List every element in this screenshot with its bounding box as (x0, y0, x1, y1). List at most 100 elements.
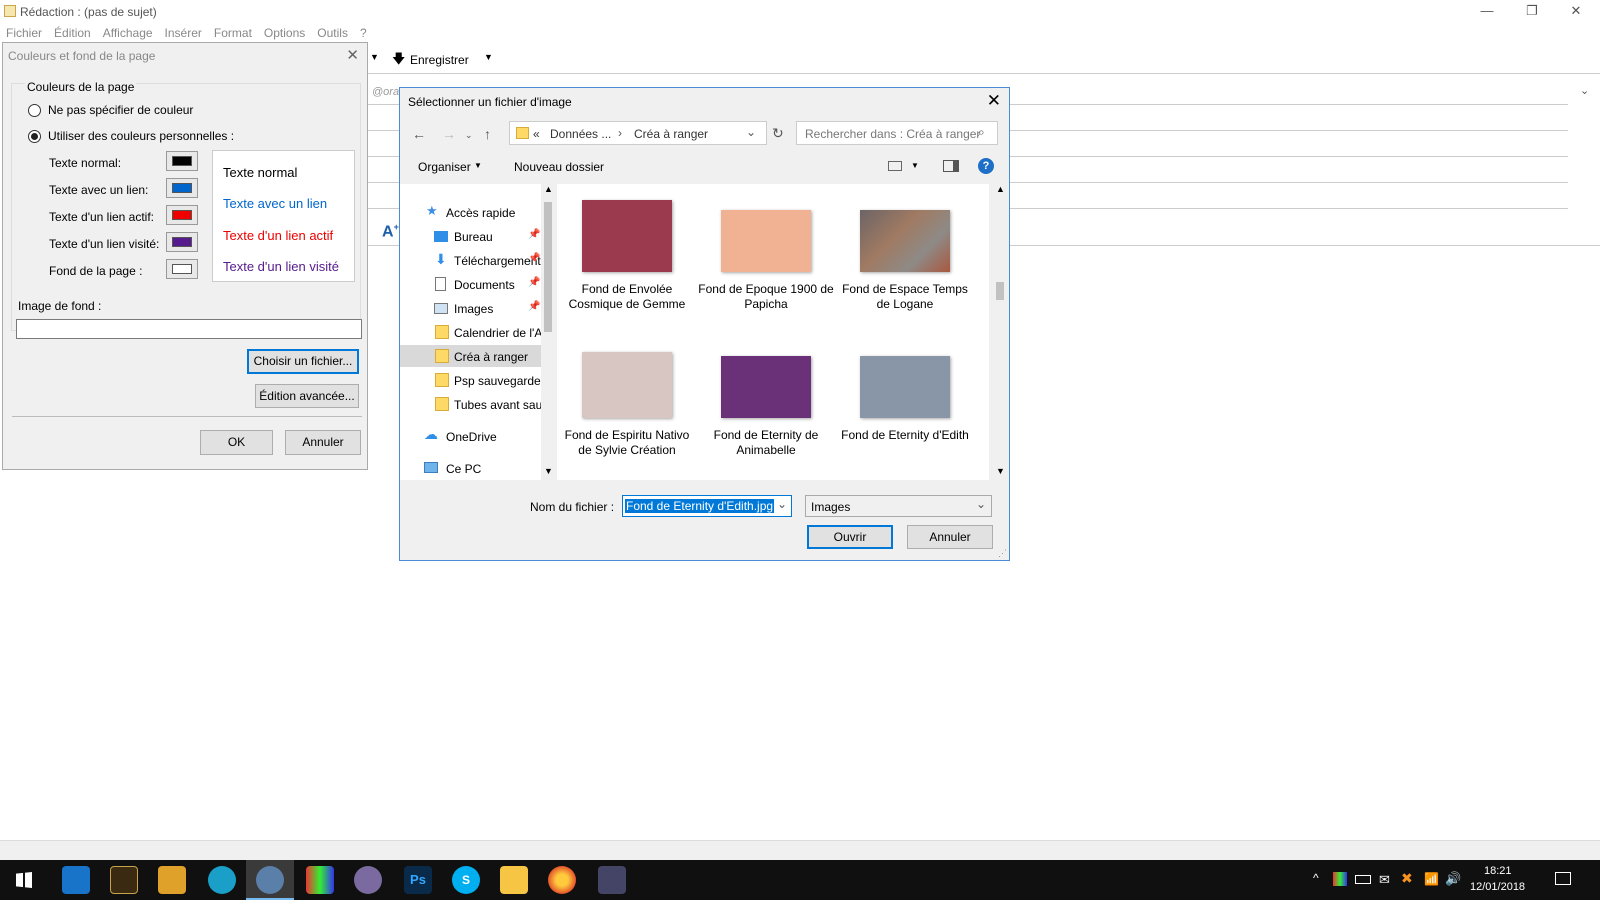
tray-x-icon[interactable]: ✖ (1401, 870, 1413, 910)
paint-app-icon[interactable] (354, 866, 382, 894)
browser-icon[interactable] (208, 866, 236, 894)
menu-fichier[interactable]: Fichier (0, 24, 48, 42)
back-arrow-icon[interactable]: ← (412, 126, 426, 142)
refresh-icon[interactable]: ↻ (772, 125, 784, 142)
menu-help[interactable]: ? (354, 24, 373, 42)
organize-button[interactable]: Organiser (418, 160, 471, 174)
scroll-down-icon[interactable]: ▼ (544, 466, 553, 476)
filetype-select[interactable]: Images ⌄ (805, 495, 992, 517)
media-player-icon[interactable] (158, 866, 186, 894)
link-text-color-button[interactable] (166, 178, 198, 198)
up-arrow-icon[interactable]: ↑ (484, 126, 491, 142)
menu-inserer[interactable]: Insérer (159, 24, 208, 42)
nav-this-pc[interactable]: Ce PC (400, 457, 542, 479)
open-button[interactable]: Ouvrir (807, 525, 893, 549)
scroll-thumb[interactable] (996, 282, 1004, 300)
file-item[interactable]: Fond de Envolée Cosmique de Gemme (559, 200, 695, 312)
filename-input[interactable]: Fond de Eternity d'Edith.jpg ⌄ (622, 495, 792, 517)
graphics-app-icon[interactable] (306, 866, 334, 894)
minimize-button[interactable]: — (1465, 0, 1509, 24)
menu-affichage[interactable]: Affichage (97, 24, 159, 42)
file-item[interactable]: Fond de Espace Temps de Logane (837, 210, 973, 312)
view-options-icon[interactable] (888, 161, 902, 171)
page-bg-color-button[interactable] (166, 259, 198, 279)
cancel-button[interactable]: Annuler (907, 525, 993, 549)
forward-arrow-icon[interactable]: → (442, 126, 456, 142)
radio-no-color[interactable] (28, 104, 41, 117)
app-icon[interactable] (110, 866, 138, 894)
close-button[interactable]: ✕ (1554, 0, 1598, 24)
font-size-icon[interactable]: A+ (382, 222, 399, 241)
menu-edition[interactable]: Édition (48, 24, 97, 42)
active-link-color-button[interactable] (166, 205, 198, 225)
file-explorer-icon[interactable] (500, 866, 528, 894)
advanced-edit-button[interactable]: Édition avancée... (255, 384, 359, 408)
close-icon[interactable]: ✕ (346, 46, 359, 64)
recent-dropdown-icon[interactable]: ⌄ (465, 130, 473, 141)
taskview-icon[interactable] (62, 866, 90, 894)
address-bar[interactable]: « Données ... › Créa à ranger ⌄ (509, 121, 767, 145)
cancel-button[interactable]: Annuler (285, 430, 361, 455)
firefox-icon[interactable] (548, 866, 576, 894)
tray-app-icon[interactable] (1333, 872, 1347, 886)
settings-app-icon[interactable] (598, 866, 626, 894)
choose-file-button[interactable]: Choisir un fichier... (247, 349, 359, 374)
nav-folder-tubes[interactable]: Tubes avant sau (400, 393, 542, 415)
filetype-dropdown-icon[interactable]: ⌄ (976, 497, 986, 511)
search-input[interactable]: Rechercher dans : Créa à ranger (796, 121, 998, 145)
new-folder-button[interactable]: Nouveau dossier (514, 160, 604, 174)
nav-images[interactable]: Images 📌 (400, 297, 542, 319)
ok-button[interactable]: OK (200, 430, 273, 455)
mail-client-icon[interactable] (256, 866, 284, 894)
help-icon[interactable]: ? (978, 158, 994, 174)
maximize-button[interactable]: ❐ (1510, 0, 1554, 24)
volume-icon[interactable]: 🔊 (1445, 871, 1461, 911)
nav-desktop[interactable]: Bureau 📌 (400, 225, 542, 247)
radio-no-color-label[interactable]: Ne pas spécifier de couleur (48, 103, 193, 117)
nav-documents[interactable]: Documents 📌 (400, 273, 542, 295)
nav-folder-crea[interactable]: Créa à ranger (400, 345, 542, 367)
save-button[interactable]: Enregistrer (410, 53, 469, 67)
close-icon[interactable]: ✕ (987, 91, 1001, 111)
menu-outils[interactable]: Outils (311, 24, 354, 42)
bg-image-input[interactable] (16, 319, 362, 339)
visited-link-color-button[interactable] (166, 232, 198, 252)
clock-date[interactable]: 12/01/2018 (1470, 881, 1525, 921)
breadcrumb-overflow[interactable]: « (533, 127, 540, 141)
file-item[interactable]: Fond de Eternity d'Edith (837, 356, 973, 443)
nav-onedrive[interactable]: ☁ OneDrive (400, 425, 542, 447)
scroll-thumb[interactable] (544, 202, 552, 332)
preview-pane-icon[interactable] (943, 160, 959, 172)
mail-tray-icon[interactable]: ✉ (1379, 872, 1390, 912)
file-item[interactable]: Fond de Espiritu Nativo de Sylvie Créati… (559, 352, 695, 458)
nav-downloads[interactable]: ⬇ Téléchargements 📌 (400, 249, 542, 271)
nav-scrollbar[interactable]: ▲ ▼ (541, 184, 555, 480)
normal-text-color-button[interactable] (166, 151, 198, 171)
resize-grip-icon[interactable]: ⋰ (998, 548, 1007, 559)
breadcrumb-item[interactable]: Créa à ranger (634, 127, 708, 141)
nav-quick-access[interactable]: ★ Accès rapide (400, 201, 542, 223)
photoshop-icon[interactable]: Ps (404, 866, 432, 894)
save-dropdown-icon[interactable]: ▼ (484, 52, 493, 62)
files-scrollbar[interactable]: ▲ ▼ (993, 184, 1007, 480)
nav-folder-calendrier[interactable]: Calendrier de l'A (400, 321, 542, 343)
tray-chevron-icon[interactable]: ^ (1313, 871, 1319, 911)
file-item[interactable]: Fond de Epoque 1900 de Papicha (698, 210, 834, 312)
start-button[interactable] (16, 872, 32, 888)
scroll-down-icon[interactable]: ▼ (996, 466, 1005, 476)
filename-dropdown-icon[interactable]: ⌄ (777, 497, 787, 511)
radio-custom-colors-label[interactable]: Utiliser des couleurs personnelles : (48, 129, 234, 143)
view-dropdown-icon[interactable]: ▼ (911, 161, 919, 170)
file-item[interactable]: Fond de Eternity de Animabelle (698, 356, 834, 458)
dropdown-arrow-icon[interactable]: ▼ (370, 52, 379, 62)
wifi-icon[interactable]: 📶 (1424, 872, 1439, 912)
scroll-up-icon[interactable]: ▲ (996, 184, 1005, 194)
breadcrumb-item[interactable]: Données ... (550, 127, 611, 141)
radio-custom-colors[interactable] (28, 130, 41, 143)
menu-options[interactable]: Options (258, 24, 311, 42)
battery-icon[interactable] (1355, 875, 1371, 884)
menu-format[interactable]: Format (208, 24, 258, 42)
from-dropdown-icon[interactable]: ⌄ (1580, 84, 1589, 97)
address-dropdown-icon[interactable]: ⌄ (746, 125, 756, 139)
nav-folder-psp[interactable]: Psp sauvegarde (400, 369, 542, 391)
